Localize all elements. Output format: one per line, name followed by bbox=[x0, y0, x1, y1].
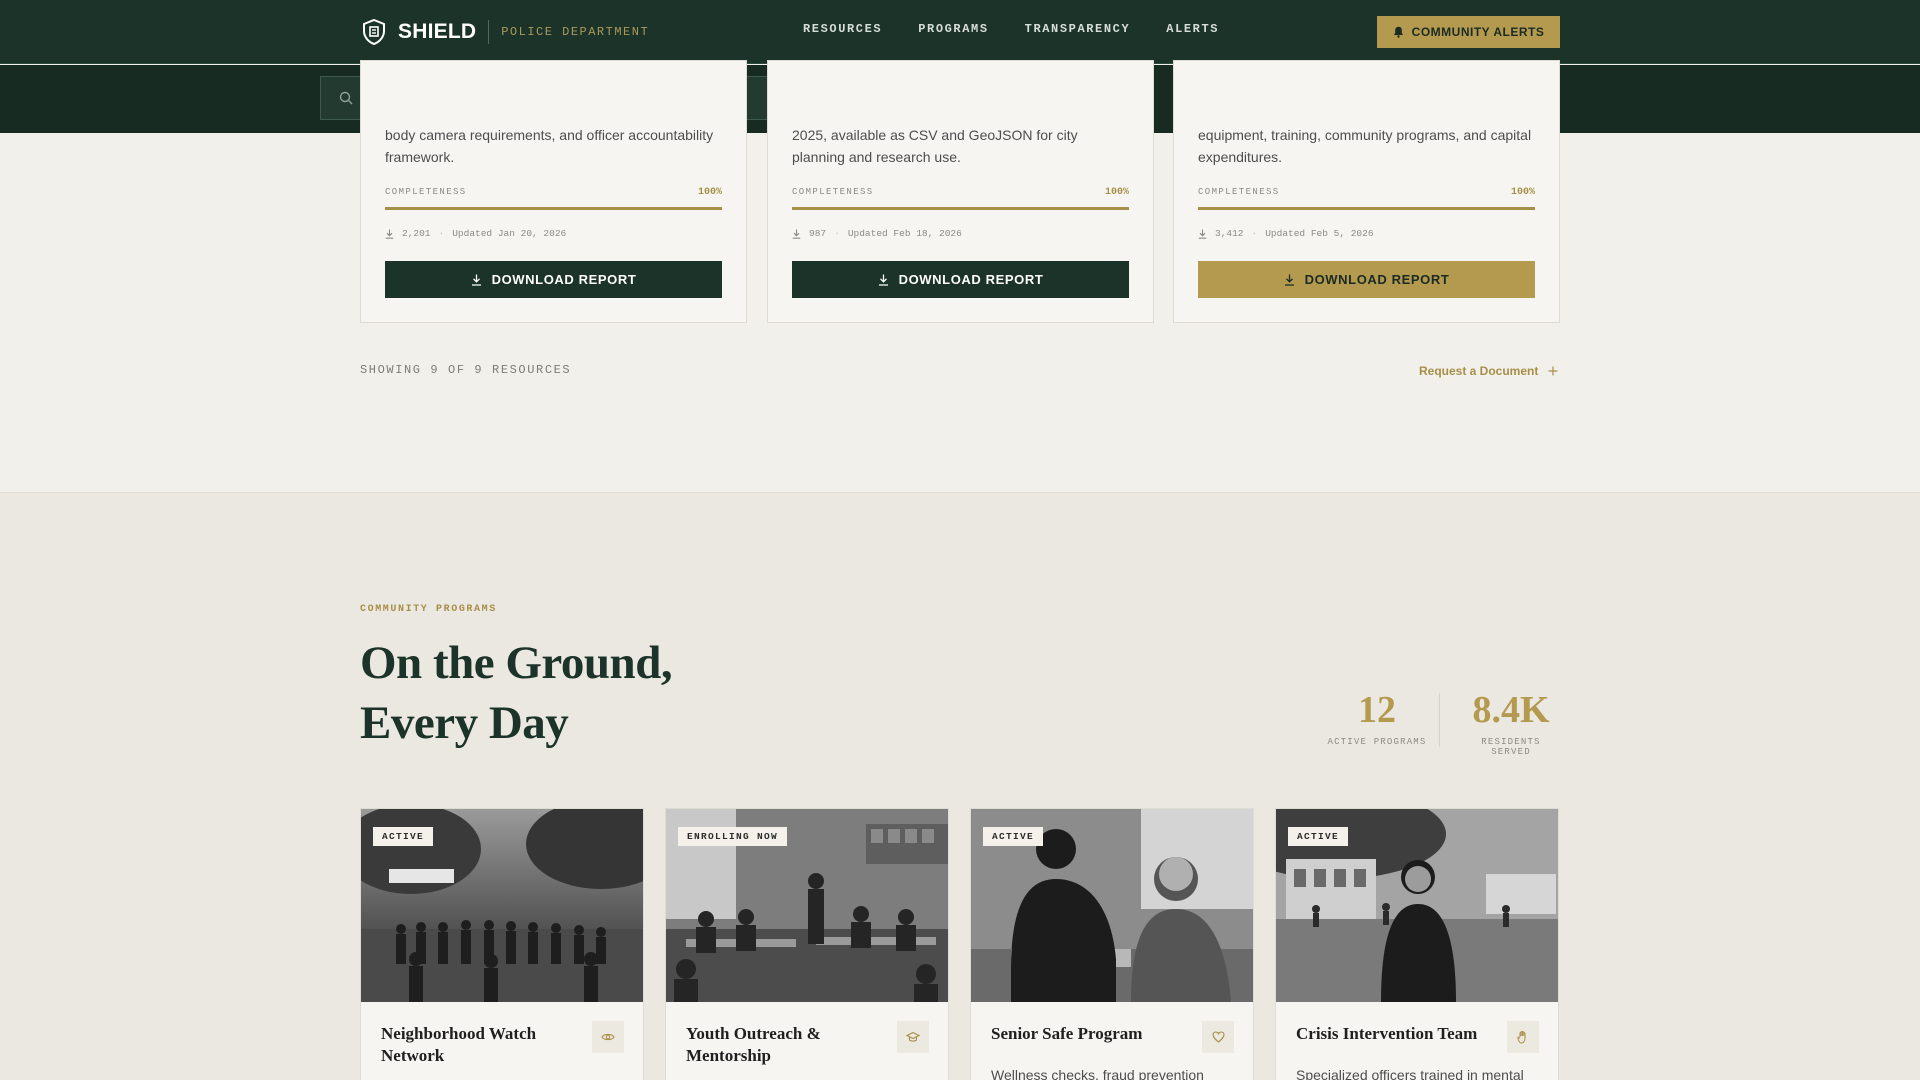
program-status-badge: ENROLLING NOW bbox=[678, 827, 788, 846]
download-report-button[interactable]: DOWNLOAD REPORT bbox=[1198, 261, 1535, 298]
completeness-bar bbox=[385, 207, 722, 210]
program-status-badge: ACTIVE bbox=[373, 827, 434, 846]
updated-date: Updated Jan 20, 2026 bbox=[452, 228, 567, 239]
stat-label: RESIDENTS SERVED bbox=[1481, 737, 1541, 757]
download-count: 987 bbox=[809, 228, 827, 239]
brand-name: SHIELD bbox=[398, 20, 477, 43]
stat-label: ACTIVE PROGRAMS bbox=[1327, 737, 1427, 747]
showing-count: SHOWING 9 OF 9 RESOURCES bbox=[360, 363, 572, 377]
section-eyebrow: COMMUNITY PROGRAMS bbox=[360, 604, 497, 615]
resource-card: 2025, available as CSV and GeoJSON for c… bbox=[767, 60, 1154, 323]
stat-value: 8.4K bbox=[1472, 689, 1550, 731]
download-report-button[interactable]: DOWNLOAD REPORT bbox=[385, 261, 722, 298]
resource-card: body camera requirements, and officer ac… bbox=[360, 60, 747, 323]
meta-separator: · bbox=[834, 228, 840, 239]
nav-resources[interactable]: RESOURCES bbox=[803, 22, 882, 36]
nav-programs[interactable]: PROGRAMS bbox=[918, 22, 988, 36]
resource-meta: 987 · Updated Feb 18, 2026 bbox=[792, 228, 962, 239]
program-icon-button[interactable] bbox=[1507, 1021, 1539, 1053]
meta-separator: · bbox=[1251, 228, 1258, 239]
community-programs-section: COMMUNITY PROGRAMS On the Ground, Every … bbox=[0, 492, 1920, 1080]
program-icon-button[interactable] bbox=[592, 1021, 624, 1053]
download-count: 3,412 bbox=[1215, 228, 1244, 239]
brand[interactable]: SHIELD POLICE DEPARTMENT bbox=[360, 16, 649, 48]
completeness-label: COMPLETENESS bbox=[385, 187, 467, 197]
plus-icon bbox=[1548, 366, 1558, 376]
completeness-label: COMPLETENESS bbox=[1198, 187, 1280, 197]
download-icon bbox=[878, 274, 888, 286]
program-photo: ACTIVE bbox=[971, 809, 1253, 1002]
program-description: Wellness checks, fraud prevention bbox=[991, 1067, 1204, 1080]
shield-icon bbox=[363, 18, 385, 46]
completeness-bar bbox=[1198, 207, 1535, 210]
download-icon bbox=[792, 229, 801, 239]
stat-divider bbox=[1439, 693, 1440, 747]
program-description: Specialized officers trained in mental bbox=[1296, 1067, 1524, 1080]
download-icon bbox=[1284, 274, 1294, 286]
completeness-fill bbox=[385, 207, 722, 210]
section-headline: On the Ground, Every Day bbox=[360, 633, 673, 753]
resource-card: equipment, training, community programs,… bbox=[1173, 60, 1560, 323]
headline-line-1: On the Ground, bbox=[360, 637, 673, 689]
heart-icon bbox=[1211, 1031, 1225, 1043]
eye-icon bbox=[601, 1033, 615, 1041]
program-photo: ACTIVE bbox=[1276, 809, 1558, 1002]
program-card[interactable]: ACTIVE Senior Safe Program Wellness chec… bbox=[970, 808, 1254, 1080]
program-title: Crisis Intervention Team bbox=[1296, 1024, 1478, 1043]
download-icon bbox=[385, 229, 394, 239]
download-report-label: DOWNLOAD REPORT bbox=[491, 272, 637, 287]
program-card[interactable]: ACTIVE Neighborhood Watch Network bbox=[360, 808, 644, 1080]
resource-description: body camera requirements, and officer ac… bbox=[385, 127, 714, 165]
program-card[interactable]: ACTIVE Crisis Intervention Team Speciali… bbox=[1275, 808, 1559, 1080]
download-report-label: DOWNLOAD REPORT bbox=[898, 272, 1044, 287]
completeness-fill bbox=[1198, 207, 1535, 210]
nav-transparency[interactable]: TRANSPARENCY bbox=[1025, 22, 1131, 36]
download-icon bbox=[1198, 229, 1207, 239]
updated-date: Updated Feb 5, 2026 bbox=[1265, 228, 1374, 239]
program-status-badge: ACTIVE bbox=[1288, 827, 1349, 846]
stat-residents-served: 8.4K RESIDENTS SERVED bbox=[1461, 689, 1561, 757]
resource-meta: 3,412 · Updated Feb 5, 2026 bbox=[1198, 228, 1374, 239]
completeness-label: COMPLETENESS bbox=[792, 187, 874, 197]
program-icon-button[interactable] bbox=[897, 1021, 929, 1053]
program-title: Youth Outreach & Mentorship bbox=[686, 1024, 821, 1065]
program-photo: ENROLLING NOW bbox=[666, 809, 948, 1002]
community-alerts-label: COMMUNITY ALERTS bbox=[1411, 25, 1545, 39]
download-report-button[interactable]: DOWNLOAD REPORT bbox=[792, 261, 1129, 298]
completeness-bar bbox=[792, 207, 1129, 210]
resource-description: 2025, available as CSV and GeoJSON for c… bbox=[792, 127, 1078, 165]
download-count: 2,201 bbox=[402, 228, 431, 239]
resource-description: equipment, training, community programs,… bbox=[1198, 127, 1532, 165]
download-report-label: DOWNLOAD REPORT bbox=[1304, 272, 1450, 287]
community-alerts-button[interactable]: COMMUNITY ALERTS bbox=[1377, 16, 1560, 48]
completeness-fill bbox=[792, 207, 1129, 210]
program-title: Senior Safe Program bbox=[991, 1024, 1143, 1043]
updated-date: Updated Feb 18, 2026 bbox=[847, 228, 962, 239]
program-status-badge: ACTIVE bbox=[983, 827, 1044, 846]
download-icon bbox=[471, 274, 481, 286]
hand-icon bbox=[1517, 1030, 1526, 1044]
stat-value: 12 bbox=[1358, 689, 1396, 731]
stat-active-programs: 12 ACTIVE PROGRAMS bbox=[1323, 689, 1431, 747]
search-icon bbox=[339, 91, 353, 105]
bell-icon bbox=[1393, 26, 1403, 38]
meta-separator: · bbox=[438, 228, 445, 239]
completeness-value: 100% bbox=[1104, 187, 1129, 198]
brand-subtitle: POLICE DEPARTMENT bbox=[501, 25, 650, 39]
brand-divider bbox=[488, 20, 490, 44]
program-title: Neighborhood Watch Network bbox=[381, 1024, 537, 1065]
program-icon-button[interactable] bbox=[1202, 1021, 1234, 1053]
resource-meta: 2,201 · Updated Jan 20, 2026 bbox=[385, 228, 566, 239]
nav-alerts[interactable]: ALERTS bbox=[1166, 22, 1219, 36]
program-card[interactable]: ENROLLING NOW Youth Outreach & Mentorshi… bbox=[665, 808, 949, 1080]
completeness-value: 100% bbox=[1510, 187, 1535, 198]
request-document-label: Request a Document bbox=[1419, 364, 1539, 378]
main-nav: RESOURCES PROGRAMS TRANSPARENCY ALERTS bbox=[803, 22, 1219, 36]
program-photo: ACTIVE bbox=[361, 809, 643, 1002]
completeness-value: 100% bbox=[697, 187, 722, 198]
top-navbar: SHIELD POLICE DEPARTMENT RESOURCES PROGR… bbox=[0, 0, 1920, 64]
request-document-link[interactable]: Request a Document bbox=[1419, 364, 1558, 378]
graduation-cap-icon bbox=[906, 1031, 920, 1042]
headline-line-2: Every Day bbox=[360, 697, 569, 749]
